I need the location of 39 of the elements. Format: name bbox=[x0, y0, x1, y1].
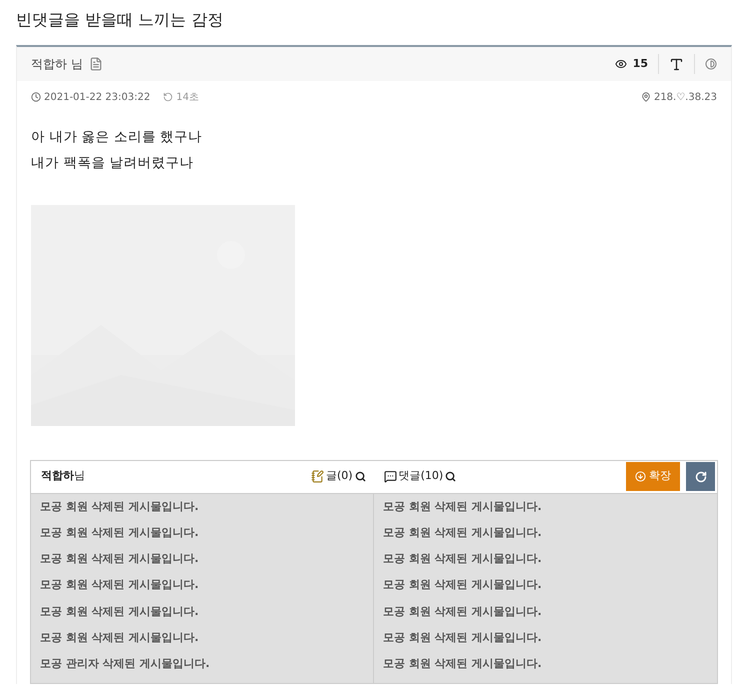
comment-link[interactable]: 모공 회원 삭제된 게시물입니다. bbox=[383, 630, 542, 644]
comment-link[interactable]: 모공 회원 삭제된 게시물입니다. bbox=[383, 604, 542, 618]
text-size-icon[interactable] bbox=[669, 56, 684, 72]
search-icon bbox=[445, 471, 456, 482]
post-link[interactable]: 모공 회원 삭제된 게시물입니다. bbox=[40, 578, 199, 592]
post-text: 내가 팩폭을 날려버렸구나 bbox=[31, 154, 194, 174]
view-count: 15 bbox=[632, 56, 648, 72]
post-link[interactable]: 모공 회원 삭제된 게시물입니다. bbox=[40, 552, 199, 566]
expand-button[interactable]: 확장 bbox=[626, 462, 680, 491]
comment-link[interactable]: 모공 회원 삭제된 게시물입니다. bbox=[383, 578, 542, 592]
comment-link[interactable]: 모공 회원 삭제된 게시물입니다. bbox=[383, 657, 542, 670]
contrast-icon[interactable] bbox=[705, 58, 717, 70]
comments-link[interactable]: 댓글(10) bbox=[384, 468, 456, 485]
search-icon bbox=[354, 471, 366, 482]
history-icon bbox=[163, 92, 174, 102]
location-pin-icon bbox=[640, 92, 651, 102]
post-link[interactable]: 모공 회원 삭제된 게시물입니다. bbox=[40, 500, 199, 512]
author-name[interactable]: 적합하 님 bbox=[31, 55, 83, 73]
page-title: 빈댓글을 받을때 느끼는 감정 bbox=[16, 9, 224, 31]
speech-bubble-icon bbox=[384, 470, 397, 483]
elapsed-time: 14초 bbox=[176, 90, 199, 104]
document-icon[interactable] bbox=[88, 57, 103, 71]
comment-link[interactable]: 모공 회원 삭제된 게시물입니다. bbox=[383, 500, 542, 512]
post-text: 아 내가 옳은 소리를 했구나 bbox=[31, 128, 202, 147]
refresh-icon bbox=[694, 470, 706, 482]
post-link[interactable]: 모공 회원 삭제된 게시물입니다. bbox=[40, 604, 199, 618]
comment-link[interactable]: 모공 회원 삭제된 게시물입니다. bbox=[383, 526, 542, 539]
post-link[interactable]: 모공 회원 삭제된 게시물입니다. bbox=[40, 630, 199, 644]
post-link[interactable]: 모공 관리자 삭제된 게시물입니다. bbox=[40, 657, 210, 670]
refresh-button[interactable] bbox=[686, 462, 715, 491]
comment-link[interactable]: 모공 회원 삭제된 게시물입니다. bbox=[383, 552, 542, 566]
posts-link[interactable]: 글(0) bbox=[311, 468, 366, 485]
note-icon bbox=[311, 470, 324, 483]
member-name[interactable]: 적합하님 bbox=[41, 468, 311, 485]
post-link[interactable]: 모공 회원 삭제된 게시물입니다. bbox=[40, 526, 199, 539]
ip-address: 218.♡.38.23 bbox=[654, 90, 717, 104]
clock-icon bbox=[31, 92, 41, 102]
post-datetime: 2021-01-22 23:03:22 bbox=[44, 90, 150, 104]
eye-icon bbox=[614, 58, 627, 70]
